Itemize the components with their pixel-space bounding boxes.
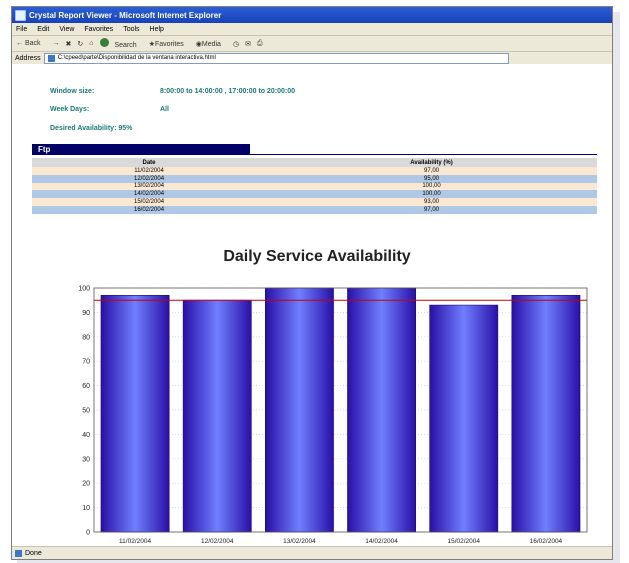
search-icon [99,38,109,47]
y-tick-label: 20 [82,481,90,488]
menu-bar: File Edit View Favorites Tools Help [12,23,612,36]
toolbar: ← Back → ✖ ↻ ⌂ Search ★Favorites ◉Media … [12,36,612,52]
y-tick-label: 10 [82,505,90,512]
menu-edit[interactable]: Edit [37,26,49,33]
stop-icon[interactable]: ✖ [66,40,72,48]
x-tick-label: 12/02/2004 [201,538,234,545]
x-tick-label: 16/02/2004 [530,538,563,545]
y-tick-label: 0 [86,530,90,537]
y-tick-label: 70 [82,359,90,366]
report-content: Window size: 8:00:00 to 14:00:00 , 17:00:… [12,64,612,546]
x-tick-label: 14/02/2004 [365,538,398,545]
menu-tools[interactable]: Tools [123,26,139,33]
availability-bar-chart: 0 10 20 30 40 50 60 70 80 90 100 11/02/2004 12/02/2… [78,286,588,545]
home-icon[interactable]: ⌂ [89,40,93,47]
y-tick-label: 30 [82,456,90,463]
bar [182,299,252,533]
bar [429,304,499,533]
forward-icon[interactable]: → [53,40,60,47]
status-bar: Done [12,546,612,559]
page-icon [47,55,55,62]
address-input[interactable]: C:\cpeed\parte\Disponibilidad de la vent… [43,53,509,64]
favorites-button[interactable]: ★Favorites [149,40,190,48]
window-shadow-right [612,12,620,560]
media-button[interactable]: ◉Media [196,40,227,48]
print-icon[interactable]: ⎙ [257,40,263,48]
menu-view[interactable]: View [59,26,74,33]
browser-window: Crystal Report Viewer - Microsoft Intern… [11,6,613,560]
favorites-label: Favorites [154,40,184,48]
y-tick-label: 50 [82,408,90,415]
address-label: Address [15,55,41,62]
mail-icon[interactable]: ✉ [245,40,251,48]
address-value: C:\cpeed\parte\Disponibilidad de la vent… [57,55,216,61]
status-text: Done [25,549,42,557]
ie-logo-icon [15,9,26,21]
x-tick-label: 13/02/2004 [283,538,316,545]
y-tick-label: 100 [78,286,90,293]
page-done-icon [15,549,22,557]
back-button[interactable]: ← Back [16,40,47,47]
bar [511,295,581,533]
back-label: Back [24,40,41,47]
refresh-icon[interactable]: ↻ [77,40,83,48]
y-tick-label: 60 [82,383,90,390]
menu-favorites[interactable]: Favorites [84,26,113,33]
x-tick-label: 11/02/2004 [119,538,151,545]
x-tick-label: 15/02/2004 [447,538,480,545]
search-button[interactable]: Search [99,38,143,49]
window-title: Crystal Report Viewer - Microsoft Intern… [29,10,222,20]
history-icon[interactable]: ◷ [233,40,239,48]
menu-help[interactable]: Help [150,26,164,33]
y-tick-label: 90 [82,310,90,317]
y-tick-label: 80 [82,334,90,341]
y-tick-label: 40 [82,432,90,439]
menu-file[interactable]: File [16,26,27,33]
bar [100,295,170,533]
bar [347,287,416,533]
bar [265,287,334,533]
search-label: Search [114,42,137,49]
title-bar[interactable]: Crystal Report Viewer - Microsoft Intern… [12,7,612,23]
media-label: Media [201,40,221,48]
